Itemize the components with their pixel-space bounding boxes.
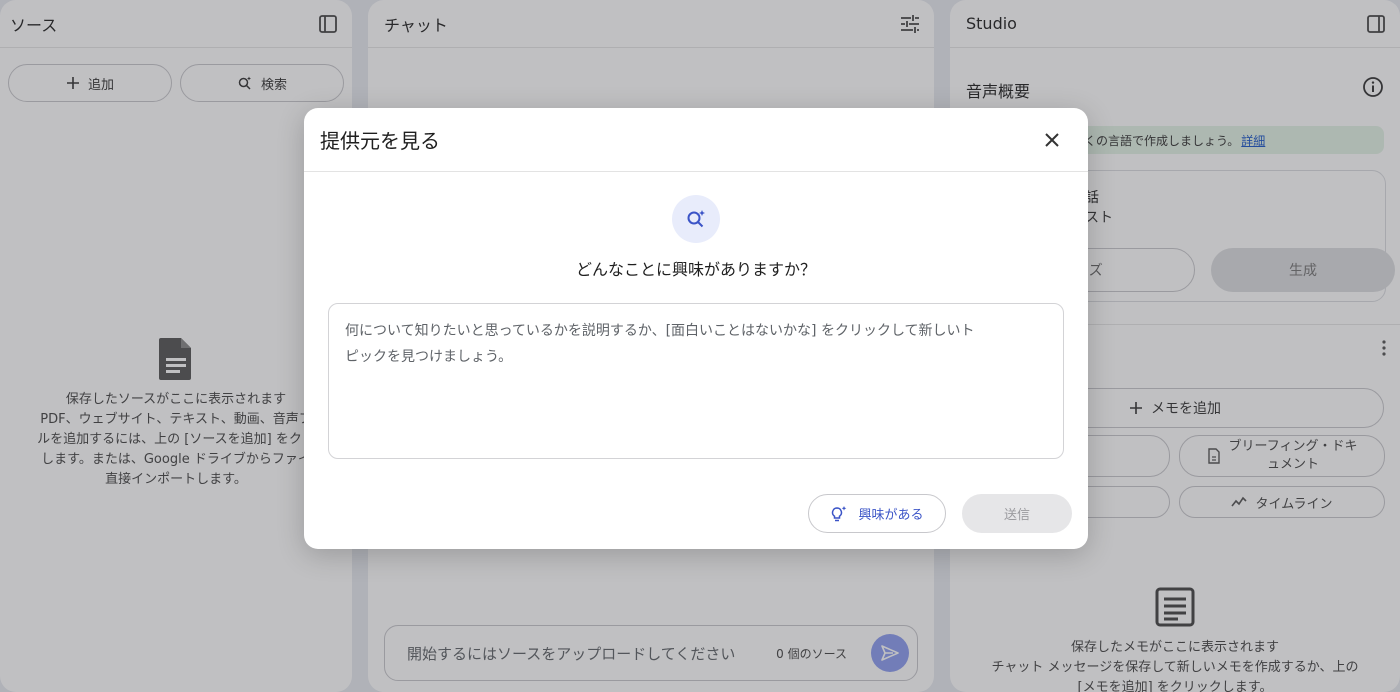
topic-input-placeholder: 何について知りたいと思っているかを説明するか、[面白いことはないかな] をクリッ… — [345, 323, 975, 339]
sparkle-search-icon — [672, 195, 720, 243]
interesting-label: 興味がある — [858, 508, 924, 523]
discover-sources-dialog: 提供元を見る どんなことに興味がありますか？ 何について知りたいと思っているかを… — [304, 108, 1088, 549]
topic-description-input[interactable]: 何について知りたいと思っているかを説明するか、[面白いことはないかな] をクリッ… — [328, 303, 1064, 459]
lightbulb-sparkle-icon — [832, 505, 847, 521]
dialog-question: どんなことに興味がありますか？ — [575, 260, 816, 279]
dialog-title: 提供元を見る — [320, 129, 440, 153]
close-icon[interactable] — [1038, 126, 1066, 154]
submit-button[interactable]: 送信 — [962, 494, 1072, 533]
dialog-header: 提供元を見る — [304, 108, 1088, 172]
topic-input-placeholder: ピックを見つけましょう。 — [345, 349, 513, 365]
interesting-button[interactable]: 興味がある — [808, 494, 946, 533]
